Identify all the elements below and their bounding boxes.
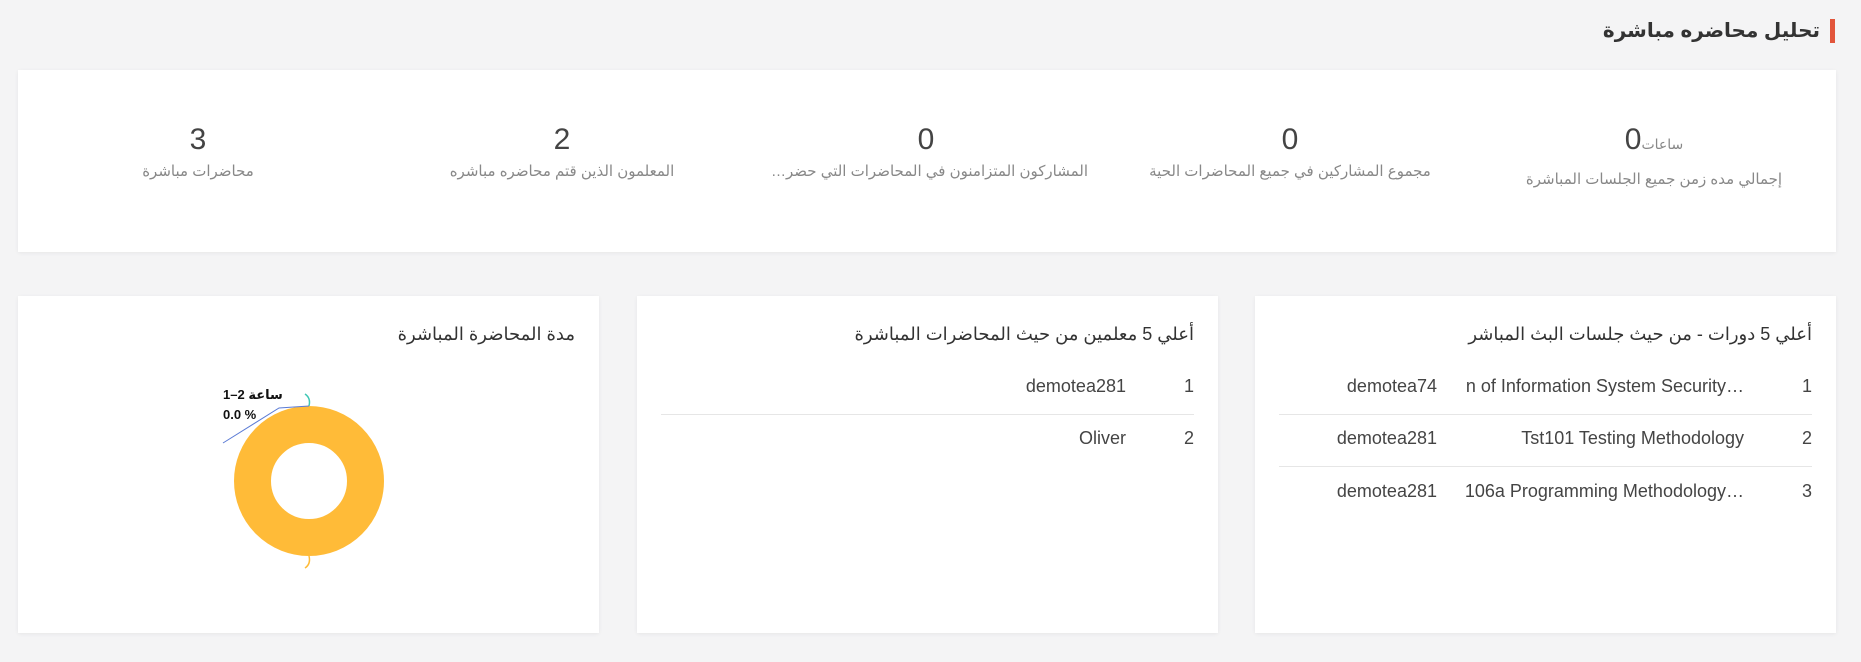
stat-live-lectures: 3 محاضرات مباشرة	[16, 122, 380, 180]
top-teachers-panel: أعلي 5 معلمين من حيث المحاضرات المباشرة …	[637, 296, 1218, 633]
stat-total-duration-label: إجمالي مده زمن جميع الجلسات المباشرة	[1525, 171, 1783, 188]
row-course: Tst101 Testing Methodology	[1521, 428, 1744, 448]
table-row[interactable]: 2 Oliver	[661, 414, 1194, 466]
page-title-text: تحليل محاضره مباشرة	[1602, 20, 1820, 42]
duration-donut-chart: 1–2 ساعة 0.0 %	[222, 387, 384, 569]
stat-teachers-count: 2 المعلمون الذين قتم محاضره مباشره	[380, 122, 744, 180]
donut-group: 1–2 ساعة 0.0 %	[222, 387, 384, 569]
row-course: …n of Information System Security	[1465, 376, 1744, 396]
stat-total-duration-unit: ساعات	[1641, 136, 1684, 152]
summary-stats-card: ساعات0 إجمالي مده زمن جميع الجلسات المبا…	[18, 70, 1836, 252]
table-row[interactable]: 3 …106a Programming Methodology demotea2…	[1279, 467, 1812, 519]
stat-total-participants: 0 مجموع المشاركين في جميع المحاضرات الحي…	[1108, 122, 1472, 180]
donut-percent-label: 0.0 %	[223, 407, 257, 422]
row-teacher: demotea74	[1346, 376, 1437, 396]
stat-concurrent-participants-label: المشاركون المتزامنون في المحاضرات التي ح…	[752, 163, 1088, 180]
row-rank: 1	[1183, 376, 1194, 396]
stat-teachers-count-value: 2	[553, 123, 571, 156]
table-row[interactable]: 1 …n of Information System Security demo…	[1279, 362, 1812, 415]
row-rank: 3	[1801, 481, 1812, 501]
donut-slice[interactable]	[234, 406, 384, 556]
donut-accent-tick	[304, 393, 311, 407]
table-row[interactable]: 1 demotea281	[661, 362, 1194, 415]
donut-accent-tick	[304, 555, 311, 569]
row-rank: 2	[1801, 428, 1812, 448]
stat-teachers-count-label: المعلمون الذين قتم محاضره مباشره	[449, 163, 675, 180]
top-teachers-title: أعلي 5 معلمين من حيث المحاضرات المباشرة	[854, 324, 1194, 344]
stat-live-lectures-label: محاضرات مباشرة	[142, 163, 254, 180]
row-teacher: demotea281	[1336, 428, 1437, 448]
row-teacher: demotea281	[1336, 481, 1437, 501]
row-teacher-name: demotea281	[1025, 376, 1126, 396]
stat-total-participants-value: 0	[1281, 123, 1299, 156]
row-course: …106a Programming Methodology	[1464, 481, 1744, 501]
stat-total-participants-label: مجموع المشاركين في جميع المحاضرات الحية	[1149, 163, 1431, 180]
stat-live-lectures-value: 3	[189, 123, 207, 156]
page-title: تحليل محاضره مباشرة	[1603, 18, 1835, 43]
top-courses-panel: أعلي 5 دورات - من حيث جلسات البث المباشر…	[1255, 296, 1836, 633]
row-teacher-name: Oliver	[1078, 428, 1126, 448]
stat-concurrent-participants-value: 0	[917, 123, 935, 156]
row-rank: 1	[1801, 376, 1812, 396]
stat-total-duration-value: 0	[1624, 123, 1642, 156]
duration-chart-panel: مدة المحاضرة المباشرة 1–2 ساعة 0.0 %	[18, 296, 599, 633]
title-accent-bar	[1830, 18, 1835, 43]
donut-category-label: 1–2 ساعة	[223, 387, 283, 402]
top-courses-title: أعلي 5 دورات - من حيث جلسات البث المباشر	[1468, 324, 1812, 344]
stat-total-duration: ساعات0 إجمالي مده زمن جميع الجلسات المبا…	[1472, 122, 1836, 188]
row-rank: 2	[1183, 428, 1194, 448]
stat-concurrent-participants: 0 المشاركون المتزامنون في المحاضرات التي…	[744, 122, 1108, 180]
table-row[interactable]: 2 Tst101 Testing Methodology demotea281	[1279, 414, 1812, 467]
